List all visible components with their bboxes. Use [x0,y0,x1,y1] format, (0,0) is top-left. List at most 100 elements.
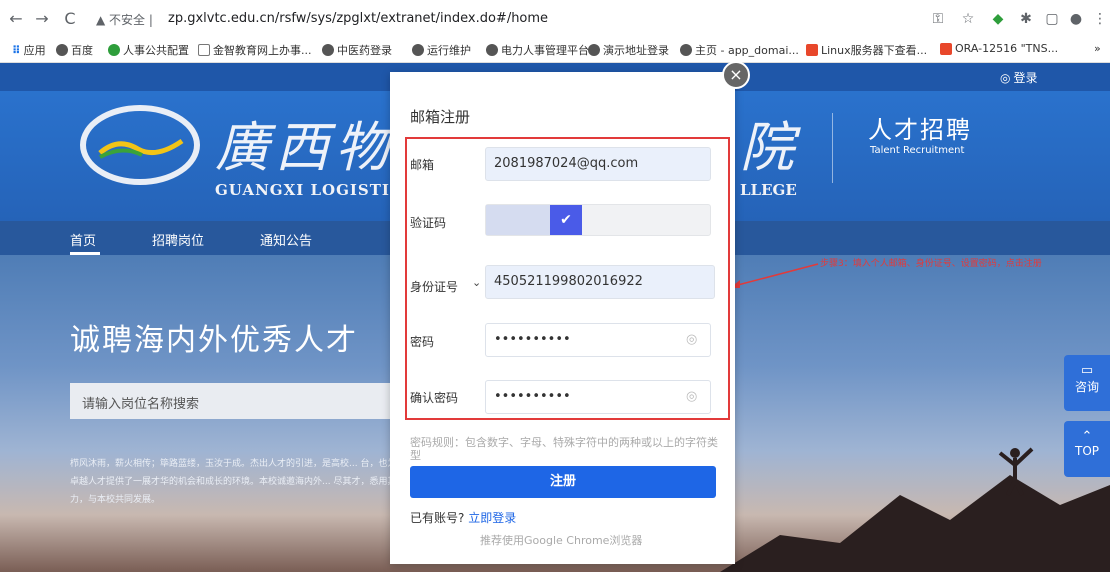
top-label: TOP [1074,444,1099,458]
bookmark-label: 运行维护 [427,44,471,57]
puzzle-icon[interactable]: ✱ [1016,9,1036,29]
email-label: 邮箱 [410,158,435,172]
sidepanel-icon[interactable]: ▢ [1042,9,1062,29]
bookmark-item[interactable]: 演示地址登录 [588,42,669,58]
id-number-value: 450521199802016922 [494,274,643,289]
site-icon [108,44,120,56]
password-label: 密码 [410,335,435,349]
nav-notices[interactable]: 通知公告 [260,230,312,249]
id-type-select[interactable]: 身份证号 [410,278,458,295]
password-rule: 密码规则：包含数字、字母、特殊字符中的两种或以上的字符类型 [410,436,718,462]
bookmark-item[interactable]: ORA-12516 "TNS... [940,42,1058,55]
logo-wave-icon [98,138,184,159]
password-field[interactable]: •••••••••• ◎ [485,323,711,357]
bookmark-item[interactable]: 电力人事管理平台 [486,42,589,58]
email-value: 2081987024@qq.com [494,156,639,171]
slider-fill [486,205,550,235]
back-button[interactable]: ← [6,9,26,29]
bookmarks-bar: ⠿ 应用 百度 人事公共配置 金智教育网上办事... 中医药登录 运行维护 电力人… [0,38,1110,63]
bookmark-label: 演示地址登录 [603,44,669,57]
profile-icon[interactable]: ● [1066,9,1086,29]
bookmark-apps[interactable]: ⠿ 应用 [12,42,46,58]
bookmark-label: 金智教育网上办事... [213,44,312,57]
browser-recommendation: 推荐使用Google Chrome浏览器 [480,534,643,547]
user-icon: ◎ [1000,70,1011,85]
bookmarks-more[interactable]: » [1094,42,1101,55]
confirm-password-field[interactable]: •••••••••• ◎ [485,380,711,414]
eye-icon[interactable]: ◎ [686,390,700,404]
login-now-link[interactable]: 立即登录 [468,511,516,525]
globe-icon [588,44,600,56]
globe-icon [486,44,498,56]
extension-icon[interactable]: ◆ [988,9,1008,29]
reload-button[interactable]: C [60,9,80,29]
bookmark-label: Linux服务器下查看... [821,44,928,57]
register-modal: 邮箱注册 邮箱 2081987024@qq.com 验证码 ✔ 身份证号 ⌄ 4… [390,72,735,564]
annotation-text: 步骤3：填入个人邮箱、身份证号、设置密码，点击注册 [820,259,1042,269]
c-logo-icon [806,44,818,56]
recruit-subtitle: Talent Recruitment [870,145,965,156]
hero-description: 栉风沐雨，薪火相传；筚路蓝缕，玉汝于成。杰出人才的引进，是高校... 台，也为卓… [70,459,397,505]
bookmark-label: 应用 [23,44,46,57]
bookmark-item[interactable]: Linux服务器下查看... [806,42,927,58]
chevron-down-icon[interactable]: ⌄ [472,276,481,289]
consult-button[interactable]: ▭ 咨询 [1064,355,1110,411]
chevron-up-icon: ⌃ [1081,429,1093,444]
login-label: 登录 [1013,71,1038,85]
confirm-password-label: 确认密码 [410,391,459,405]
forward-button[interactable]: → [32,9,52,29]
bookmark-label: 电力人事管理平台 [501,44,589,57]
bookmark-label: ORA-12516 "TNS... [955,42,1059,55]
globe-icon [680,44,692,56]
bookmark-label: 人事公共配置 [123,44,189,57]
email-field[interactable]: 2081987024@qq.com [485,147,711,181]
bookmark-label: 百度 [71,44,93,57]
login-prompt: 已有账号? 立即登录 [410,509,516,526]
logo-english-tail: LLEGE [740,181,797,199]
star-icon[interactable]: ☆ [958,9,978,29]
login-link-top[interactable]: ◎ 登录 [1000,69,1038,86]
insecure-indicator[interactable]: ▲ 不安全 | [96,11,153,28]
search-placeholder: 请输入岗位名称搜索 [82,397,200,412]
eye-icon[interactable]: ◎ [686,333,700,347]
url-text[interactable]: zp.gxlvtc.edu.cn/rsfw/sys/zpglxt/extrane… [168,11,548,26]
bookmark-item[interactable]: 运行维护 [412,42,471,58]
bookmark-item[interactable]: 主页 - app_domai... [680,42,799,58]
logo-title-tail: 院 [740,116,794,179]
password-value: •••••••••• [494,332,571,347]
browser-toolbar: ← → C ▲ 不安全 | zp.gxlvtc.edu.cn/rsfw/sys/… [0,0,1110,38]
bookmark-item[interactable]: 人事公共配置 [108,42,189,58]
globe-icon [322,44,334,56]
logo-title: 廣西物 [215,116,395,179]
bookmark-label: 主页 - app_domai... [695,44,799,57]
register-button[interactable]: 注册 [410,466,716,498]
key-icon[interactable]: ⚿ [928,9,948,29]
consult-label: 咨询 [1074,380,1099,394]
check-icon[interactable]: ✔ [550,205,582,235]
bookmark-item[interactable]: 金智教育网上办事... [198,42,312,58]
logo-english: GUANGXI LOGISTI [215,181,390,199]
hero-title: 诚聘海内外优秀人才 [70,323,358,358]
bookmark-item[interactable]: 百度 [56,42,93,58]
nav-positions[interactable]: 招聘岗位 [152,230,204,249]
close-icon[interactable]: × [722,61,750,89]
position-search-input[interactable]: 请输入岗位名称搜索 [70,383,410,419]
captcha-slider[interactable]: ✔ [485,204,711,236]
c-logo-icon [940,42,952,55]
have-account-text: 已有账号? [410,511,465,525]
captcha-label: 验证码 [410,216,447,230]
globe-icon [56,44,68,56]
id-number-field[interactable]: 450521199802016922 [485,265,715,299]
address-bar[interactable]: ▲ 不安全 | zp.gxlvtc.edu.cn/rsfw/sys/zpglxt… [96,6,676,32]
confirm-password-value: •••••••••• [494,389,571,404]
chat-icon: ▭ [1080,363,1094,378]
back-to-top-button[interactable]: ⌃ TOP [1064,421,1110,477]
home-icon [198,44,210,56]
bookmark-item[interactable]: 中医药登录 [322,42,392,58]
nav-home[interactable]: 首页 [70,230,96,249]
apps-grid-icon: ⠿ [12,43,21,57]
bookmark-label: 中医药登录 [337,44,392,57]
mountain-silhouette [720,447,1110,572]
modal-title: 邮箱注册 [410,108,471,126]
menu-icon[interactable]: ⋮ [1090,9,1110,29]
